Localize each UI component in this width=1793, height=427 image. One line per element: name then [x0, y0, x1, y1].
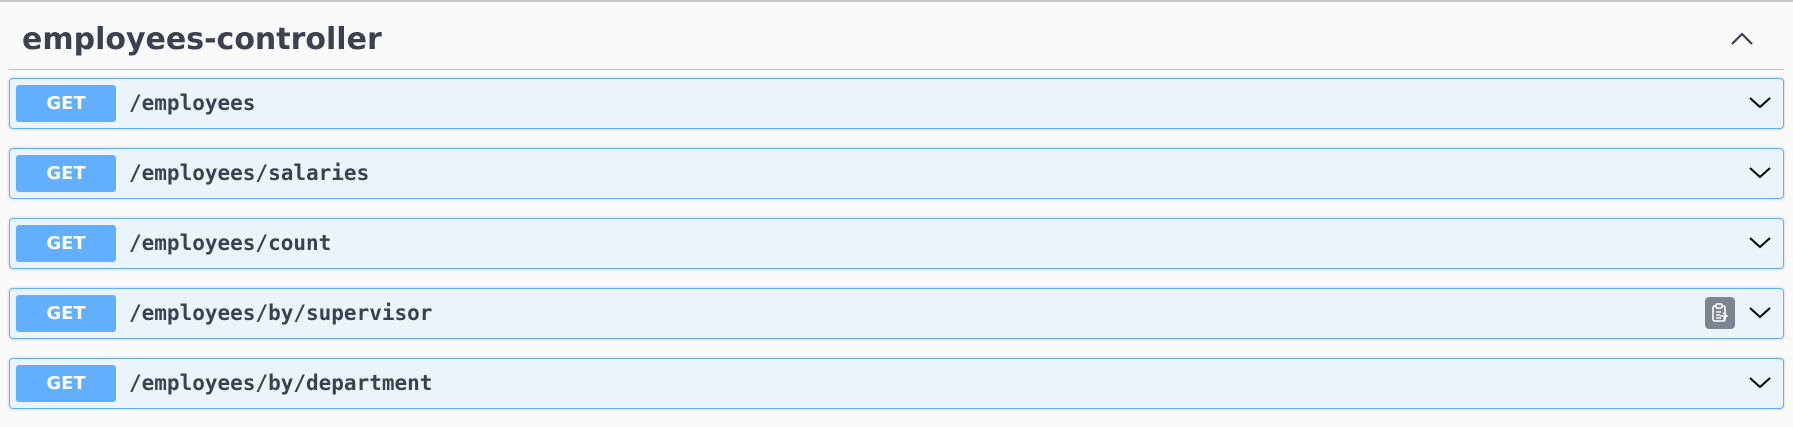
chevron-down-icon[interactable] — [1747, 230, 1773, 256]
operation-path: /employees/count — [129, 231, 332, 255]
operation-path: /employees — [129, 91, 256, 115]
operation-get-employees[interactable]: GET /employees — [9, 78, 1784, 129]
operation-path: /employees/by/supervisor — [129, 301, 433, 325]
chevron-down-icon[interactable] — [1747, 90, 1773, 116]
operation-get-employees-by-supervisor[interactable]: GET /employees/by/supervisor — [9, 288, 1784, 339]
method-badge: GET — [16, 85, 116, 122]
method-badge: GET — [16, 225, 116, 262]
chevron-down-icon[interactable] — [1747, 300, 1773, 326]
method-badge: GET — [16, 155, 116, 192]
chevron-down-icon[interactable] — [1747, 160, 1773, 186]
chevron-up-icon[interactable] — [1727, 24, 1757, 54]
method-badge: GET — [16, 295, 116, 332]
copy-to-clipboard-button[interactable] — [1705, 297, 1735, 329]
chevron-down-icon[interactable] — [1747, 370, 1773, 396]
operation-path: /employees/salaries — [129, 161, 370, 185]
operation-path: /employees/by/department — [129, 371, 433, 395]
operation-get-employees-count[interactable]: GET /employees/count — [9, 218, 1784, 269]
operation-get-employees-salaries[interactable]: GET /employees/salaries — [9, 148, 1784, 199]
method-badge: GET — [16, 365, 116, 402]
tag-section-header[interactable]: employees-controller — [9, 2, 1784, 70]
copy-to-clipboard-icon — [1712, 303, 1729, 322]
section-title: employees-controller — [22, 22, 382, 57]
operation-get-employees-by-department[interactable]: GET /employees/by/department — [9, 358, 1784, 409]
